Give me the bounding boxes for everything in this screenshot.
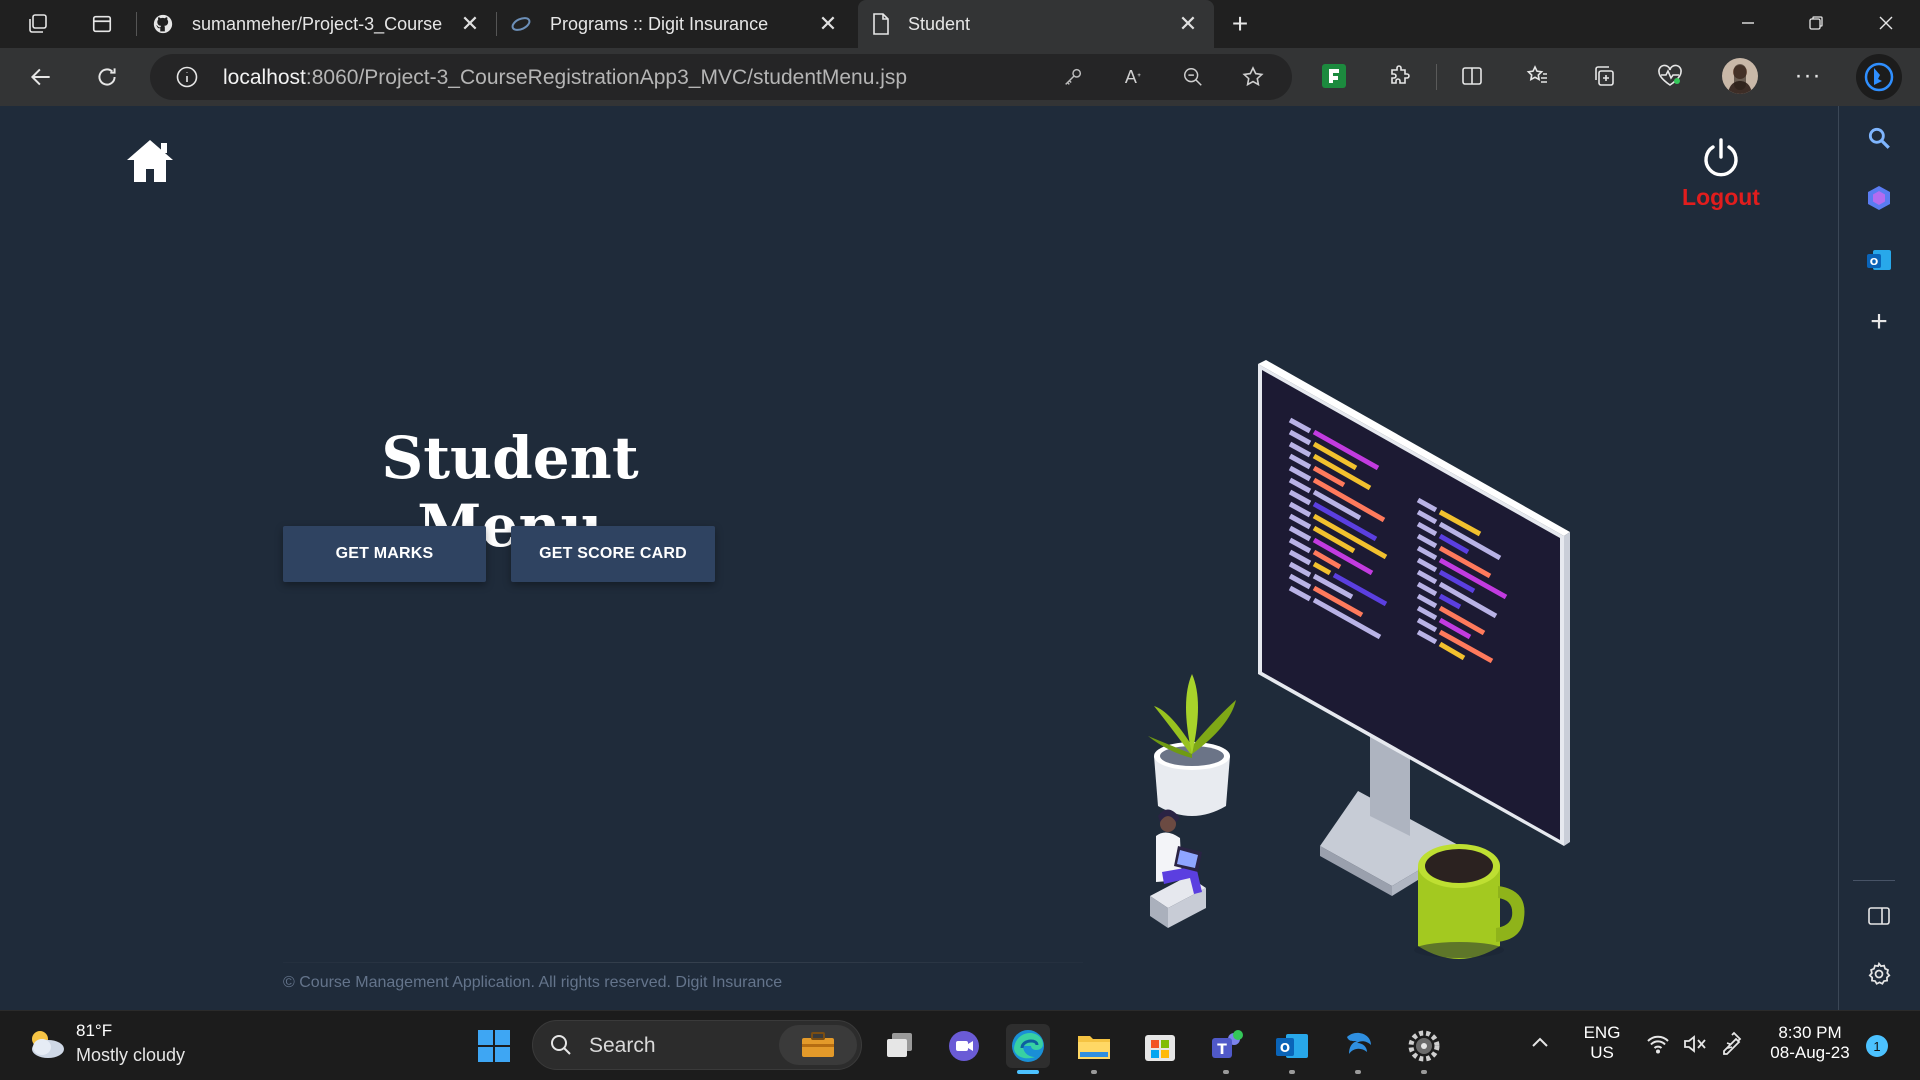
cloudy-weather-icon xyxy=(32,1031,64,1058)
github-icon xyxy=(152,13,174,40)
tab-student[interactable]: Student ✕ xyxy=(858,0,1214,48)
logout-label: Logout xyxy=(1682,184,1760,210)
url-text[interactable]: localhost:8060/Project-3_CourseRegistrat… xyxy=(223,66,907,90)
search-icon[interactable] xyxy=(1863,122,1895,154)
browser-tab-bar: sumanmeher/Project-3_CourseRe ✕ Programs… xyxy=(0,0,1920,48)
notification-badge[interactable]: 1 xyxy=(1866,1035,1888,1057)
clock[interactable]: 8:30 PM 08-Aug-23 xyxy=(1762,1023,1858,1063)
tab-title: Programs :: Digit Insurance xyxy=(550,13,769,34)
edge-browser-icon[interactable] xyxy=(1006,1024,1050,1074)
new-tab-icon[interactable]: + xyxy=(1226,8,1254,39)
favorites-icon[interactable] xyxy=(1522,60,1554,92)
file-explorer-icon[interactable] xyxy=(1072,1024,1116,1074)
page-content: Logout Student Menu GET MARKS GET SCORE … xyxy=(0,106,1838,1010)
password-key-icon[interactable] xyxy=(1060,64,1086,90)
outlook-icon[interactable]: O xyxy=(1270,1024,1314,1074)
collections-icon[interactable] xyxy=(1588,60,1620,92)
battery-charging-icon[interactable] xyxy=(1718,1031,1744,1062)
teams-chat-icon[interactable] xyxy=(942,1024,986,1068)
close-icon[interactable]: ✕ xyxy=(1176,11,1200,36)
tab-title: sumanmeher/Project-3_CourseRe xyxy=(192,13,442,34)
sidebar-panel-icon[interactable] xyxy=(1863,900,1895,932)
add-icon[interactable]: + xyxy=(1863,305,1895,338)
vertical-tabs-icon[interactable] xyxy=(88,10,116,38)
gear-icon[interactable] xyxy=(1863,958,1895,990)
briefcase-icon xyxy=(779,1025,857,1065)
search-label: Search xyxy=(589,1034,656,1057)
favorite-star-icon[interactable] xyxy=(1240,64,1266,90)
url-path: :8060/Project-3_CourseRegistrationApp3_M… xyxy=(305,66,908,89)
settings-more-icon[interactable]: ··· xyxy=(1792,60,1824,92)
clock-date: 08-Aug-23 xyxy=(1770,1043,1850,1062)
svg-text:O: O xyxy=(1280,1041,1290,1055)
power-icon xyxy=(1699,136,1743,180)
home-icon[interactable] xyxy=(124,136,176,186)
logout-button[interactable]: Logout xyxy=(1676,136,1766,211)
clock-time: 8:30 PM xyxy=(1778,1023,1842,1042)
get-marks-button[interactable]: GET MARKS xyxy=(283,526,486,582)
footer-divider xyxy=(283,962,1083,963)
digit-insurance-icon xyxy=(510,15,532,38)
task-view-icon[interactable] xyxy=(878,1024,922,1068)
developer-workspace-illustration xyxy=(1148,360,1570,959)
language-indicator[interactable]: ENG US xyxy=(1580,1023,1624,1063)
start-windows-icon[interactable] xyxy=(472,1024,516,1068)
outlook-icon[interactable]: O xyxy=(1863,244,1895,276)
edge-sidebar: O + xyxy=(1838,106,1920,1010)
site-info-icon[interactable] xyxy=(174,64,200,90)
windows-taskbar: 81°F Mostly cloudy Search T O ENG US 8:3… xyxy=(0,1010,1920,1080)
back-icon[interactable] xyxy=(24,60,58,94)
url-host: localhost xyxy=(223,66,306,89)
extension-green-icon[interactable] xyxy=(1318,60,1350,92)
browser-essentials-icon[interactable] xyxy=(1654,60,1686,92)
workspaces-icon[interactable] xyxy=(24,10,52,38)
minimize-icon[interactable] xyxy=(1714,0,1782,46)
weather-condition: Mostly cloudy xyxy=(76,1045,186,1065)
tab-digit-insurance[interactable]: Programs :: Digit Insurance ✕ xyxy=(504,0,854,48)
close-icon[interactable]: ✕ xyxy=(458,11,482,36)
close-window-icon[interactable] xyxy=(1852,0,1920,46)
chevron-up-icon[interactable] xyxy=(1530,1035,1558,1057)
split-screen-icon[interactable] xyxy=(1456,60,1488,92)
address-bar[interactable]: localhost:8060/Project-3_CourseRegistrat… xyxy=(150,54,1292,100)
get-score-card-button[interactable]: GET SCORE CARD xyxy=(511,526,715,582)
svg-text:O: O xyxy=(1870,257,1879,268)
volume-muted-icon[interactable] xyxy=(1682,1033,1708,1060)
footer-text: © Course Management Application. All rig… xyxy=(283,974,783,991)
refresh-icon[interactable] xyxy=(90,60,124,94)
profile-avatar[interactable] xyxy=(1722,58,1758,94)
language-label: ENG xyxy=(1583,1023,1621,1042)
zoom-out-icon[interactable] xyxy=(1180,64,1206,90)
search-icon xyxy=(551,1035,571,1055)
svg-text:T: T xyxy=(1217,1042,1227,1058)
bing-copilot-icon[interactable] xyxy=(1856,54,1902,100)
taskbar-search[interactable]: Search xyxy=(532,1020,862,1070)
tab-github[interactable]: sumanmeher/Project-3_CourseRe ✕ xyxy=(146,0,496,48)
weather-temperature: 81°F xyxy=(76,1021,113,1040)
close-icon[interactable]: ✕ xyxy=(816,11,840,36)
teams-icon[interactable]: T xyxy=(1204,1024,1248,1074)
microsoft-store-icon[interactable] xyxy=(1138,1024,1182,1068)
tab-title: Student xyxy=(908,13,971,34)
extensions-puzzle-icon[interactable] xyxy=(1384,60,1416,92)
browser-toolbar: localhost:8060/Project-3_CourseRegistrat… xyxy=(0,48,1920,106)
copilot-icon[interactable] xyxy=(1863,182,1895,214)
region-label: US xyxy=(1590,1043,1614,1062)
read-aloud-icon[interactable]: Aᐩ xyxy=(1120,64,1146,90)
settings-gear-app-icon[interactable] xyxy=(1402,1024,1446,1074)
wifi-icon[interactable] xyxy=(1646,1033,1670,1060)
eclipse-ide-icon[interactable] xyxy=(1336,1024,1380,1074)
restore-icon[interactable] xyxy=(1782,0,1850,46)
page-icon xyxy=(872,13,890,40)
